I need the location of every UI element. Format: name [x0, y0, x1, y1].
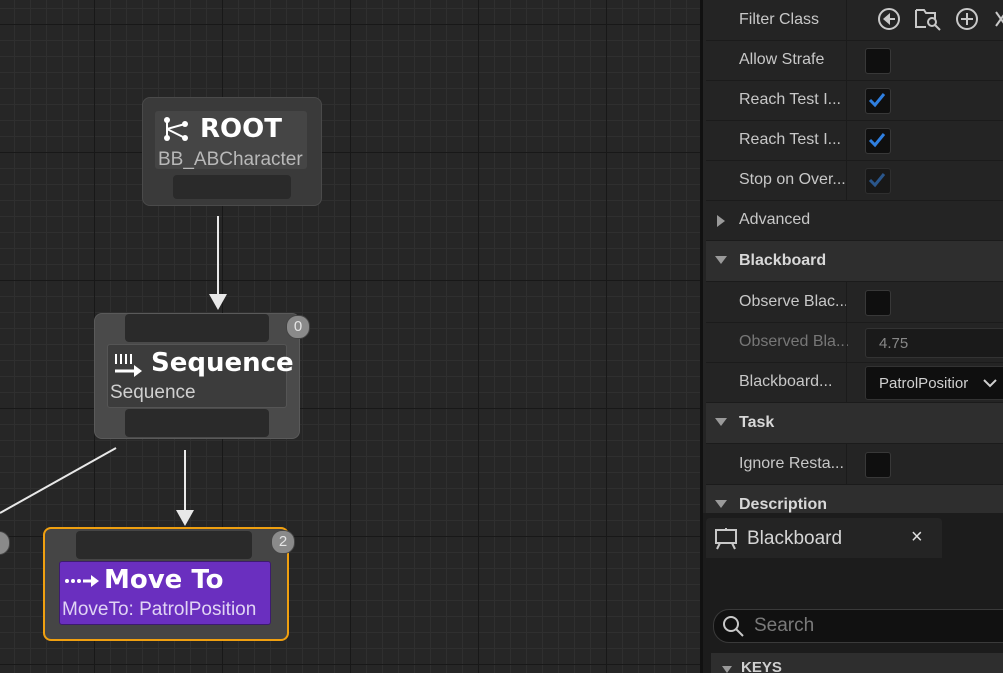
root-subtitle: BB_ABCharacter — [158, 149, 303, 170]
reach-test-row-1: Reach Test I... — [706, 80, 1003, 121]
sequence-input-pin[interactable] — [125, 314, 269, 342]
search-icon — [723, 616, 744, 637]
expand-arrow-icon[interactable] — [716, 214, 726, 228]
blackboard-key-dropdown[interactable]: PatrolPositior — [865, 366, 1003, 400]
blackboard-key-value: PatrolPositior — [879, 375, 969, 392]
blackboard-key-label: Blackboard... — [739, 373, 833, 390]
browse-folder-icon[interactable] — [915, 7, 941, 31]
observed-tolerance-label: Observed Bla... — [739, 333, 850, 350]
check-icon — [868, 173, 886, 188]
moveto-icon — [65, 575, 99, 587]
advanced-label: Advanced — [739, 211, 811, 228]
allow-strafe-row: Allow Strafe — [706, 40, 1003, 81]
add-icon[interactable] — [955, 7, 979, 31]
sequence-icon — [115, 354, 142, 377]
collapse-arrow-icon[interactable] — [714, 255, 728, 265]
moveto-title: Move To — [104, 565, 224, 595]
ignore-restart-label: Ignore Resta... — [739, 455, 844, 472]
blackboard-icon — [715, 528, 737, 550]
keys-label: KEYS — [741, 659, 782, 673]
moveto-order-badge: 2 — [271, 530, 295, 554]
reach-test-checkbox-2[interactable] — [865, 128, 891, 154]
wire-arrow-root-sequence — [209, 294, 227, 310]
blackboard-category-label: Blackboard — [739, 252, 827, 269]
description-category-label: Description — [739, 496, 828, 513]
allow-strafe-label: Allow Strafe — [739, 51, 825, 68]
sequence-title: Sequence — [151, 348, 294, 378]
observed-tolerance-field[interactable]: 4.75 — [865, 328, 1003, 358]
keys-category[interactable]: KEYS — [711, 653, 1003, 673]
sequence-node[interactable]: Sequence Sequence — [94, 313, 300, 439]
collapse-arrow-icon[interactable] — [714, 499, 728, 509]
blackboard-panel: Blackboard × Search KEYS — [700, 513, 1003, 673]
task-category-label: Task — [739, 414, 775, 431]
ignore-restart-checkbox[interactable] — [865, 452, 891, 478]
root-title: ROOT — [200, 114, 282, 144]
blackboard-tab[interactable]: Blackboard × — [706, 518, 942, 558]
root-node[interactable]: ROOT BB_ABCharacter — [142, 97, 322, 206]
details-panel: Filter Class Allow Strafe Reach Test I..… — [700, 0, 1003, 513]
root-icon — [164, 117, 188, 141]
search-input[interactable]: Search — [713, 609, 1003, 643]
moveto-node[interactable]: Move To MoveTo: PatrolPosition — [43, 527, 289, 641]
collapse-arrow-icon[interactable] — [721, 665, 733, 673]
observed-tolerance-row: Observed Bla... 4.75 — [706, 322, 1003, 363]
wire-sequence-left — [0, 447, 117, 514]
use-selected-icon[interactable] — [877, 7, 901, 31]
clear-icon[interactable] — [994, 9, 1003, 29]
stop-on-overlap-row: Stop on Over... — [706, 160, 1003, 201]
description-category[interactable]: Description — [706, 485, 1003, 513]
chevron-down-icon — [983, 379, 997, 388]
filter-class-row: Filter Class — [706, 0, 1003, 41]
search-placeholder: Search — [754, 615, 815, 636]
reach-test-label-1: Reach Test I... — [739, 91, 841, 108]
sequence-output-pin[interactable] — [125, 409, 269, 437]
moveto-input-pin[interactable] — [76, 531, 252, 559]
advanced-row[interactable]: Advanced — [706, 200, 1003, 241]
observe-blackboard-row: Observe Blac... — [706, 282, 1003, 323]
allow-strafe-checkbox[interactable] — [865, 48, 891, 74]
check-icon — [868, 133, 886, 148]
filter-class-label: Filter Class — [739, 11, 820, 28]
blackboard-category[interactable]: Blackboard — [706, 241, 1003, 282]
sequence-order-badge: 0 — [286, 315, 310, 339]
check-icon — [868, 93, 886, 108]
moveto-subtitle: MoveTo: PatrolPosition — [62, 599, 257, 620]
blackboard-tab-label: Blackboard — [747, 528, 843, 549]
reach-test-label-2: Reach Test I... — [739, 131, 841, 148]
blackboard-key-row: Blackboard... PatrolPositior — [706, 362, 1003, 403]
task-category[interactable]: Task — [706, 403, 1003, 444]
ignore-restart-row: Ignore Resta... — [706, 444, 1003, 485]
observe-blackboard-label: Observe Blac... — [739, 293, 849, 310]
root-output-pin[interactable] — [173, 175, 291, 199]
stop-on-overlap-checkbox[interactable] — [865, 168, 891, 194]
reach-test-row-2: Reach Test I... — [706, 120, 1003, 161]
close-tab-button[interactable]: × — [911, 526, 923, 549]
stop-on-overlap-label: Stop on Over... — [739, 171, 846, 188]
behavior-tree-graph[interactable]: ROOT BB_ABCharacter Sequence Sequence 0 … — [0, 0, 700, 673]
reach-test-checkbox-1[interactable] — [865, 88, 891, 114]
wire-arrow-sequence-moveto — [176, 510, 194, 526]
observed-tolerance-value: 4.75 — [879, 335, 909, 352]
sequence-subtitle: Sequence — [110, 382, 196, 403]
observe-blackboard-checkbox[interactable] — [865, 290, 891, 316]
collapse-arrow-icon[interactable] — [714, 417, 728, 427]
